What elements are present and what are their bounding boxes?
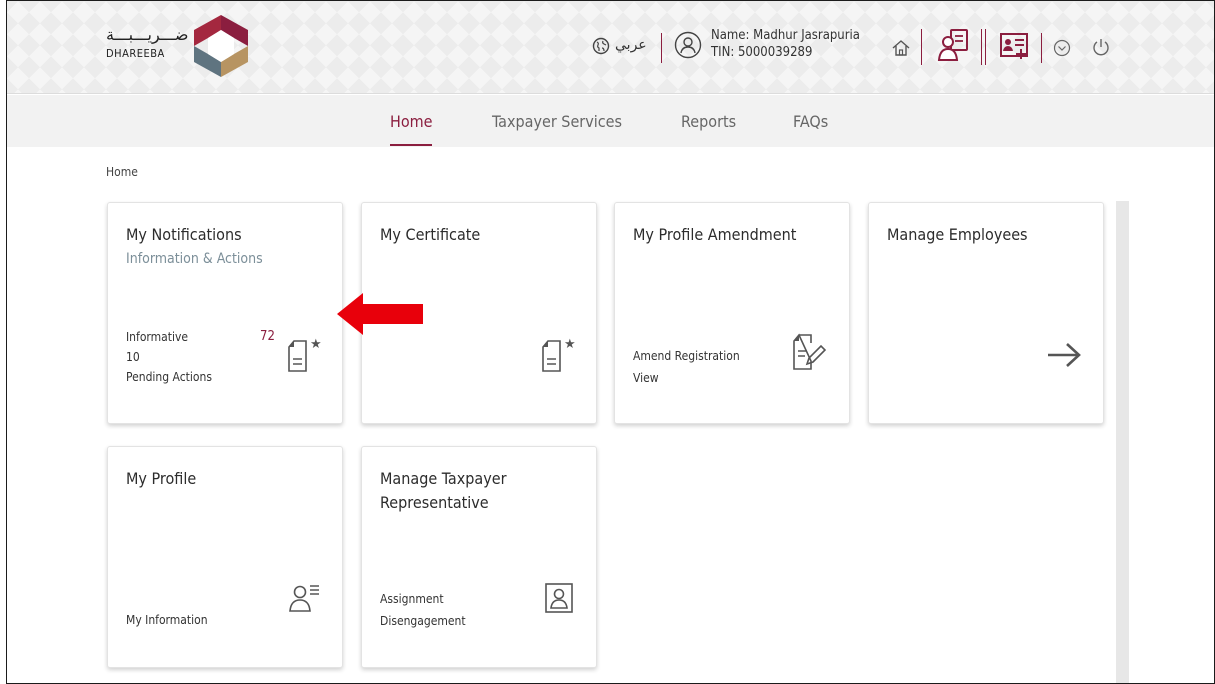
globe-icon[interactable] <box>592 37 610 55</box>
card-title-line: Representative <box>380 493 489 512</box>
card-title: My Certificate <box>380 225 481 244</box>
nav-active-indicator <box>390 144 432 146</box>
card-title: Manage Employees <box>887 225 1028 244</box>
pending-actions-label[interactable]: Pending Actions <box>126 367 212 387</box>
id-card-add-icon[interactable] <box>999 31 1031 61</box>
arrow-right-icon[interactable] <box>1045 341 1083 369</box>
home-icon[interactable] <box>891 38 911 58</box>
nav-reports[interactable]: Reports <box>681 112 736 131</box>
scrollbar[interactable] <box>1116 201 1129 683</box>
card-title: My Notifications <box>126 225 242 244</box>
user-tin: TIN: 5000039289 <box>711 45 813 60</box>
card-my-profile[interactable]: My Profile My Information <box>107 446 343 668</box>
nav-home[interactable]: Home <box>390 112 433 131</box>
header: ضـــريـــبـــة DHAREEBA عربي Name: Madhu… <box>7 1 1214 94</box>
user-document-icon[interactable] <box>937 27 971 63</box>
card-manage-taxpayer-representative[interactable]: Manage Taxpayer Representative Assignmen… <box>361 446 597 668</box>
informative-count: 72 <box>260 329 275 344</box>
language-toggle[interactable]: عربي <box>615 37 647 53</box>
breadcrumb[interactable]: Home <box>106 165 138 179</box>
document-star-icon: ★ <box>288 337 322 372</box>
card-my-notifications[interactable]: My Notifications Information & Actions I… <box>107 202 343 424</box>
view-link[interactable]: View <box>633 368 659 388</box>
user-avatar-icon[interactable] <box>674 31 702 59</box>
certificate-icon: ★ <box>542 337 576 372</box>
pending-count: 10 <box>126 350 140 364</box>
card-subtitle: Information & Actions <box>126 251 263 267</box>
card-title: My Profile Amendment <box>633 225 797 244</box>
divider <box>921 29 922 65</box>
user-name: Name: Madhur Jasrapuria <box>711 28 860 43</box>
document-edit-icon <box>793 333 827 370</box>
nav-faqs[interactable]: FAQs <box>793 112 828 131</box>
card-title: My Profile <box>126 469 197 488</box>
main-nav: Home Taxpayer Services Reports FAQs <box>7 95 1214 147</box>
svg-text:★: ★ <box>564 337 576 352</box>
logo-text: ضـــريـــبـــة DHAREEBA <box>106 25 189 60</box>
divider <box>981 29 982 65</box>
app-window: ضـــريـــبـــة DHAREEBA عربي Name: Madhu… <box>6 0 1215 684</box>
logo-english: DHAREEBA <box>106 47 165 60</box>
divider <box>661 33 662 63</box>
card-title-line: Manage Taxpayer <box>380 469 507 488</box>
my-information-link[interactable]: My Information <box>126 610 208 630</box>
card-manage-employees[interactable]: Manage Employees <box>868 202 1104 424</box>
card-my-profile-amendment[interactable]: My Profile Amendment Amend Registration … <box>614 202 850 424</box>
power-icon[interactable] <box>1091 37 1111 57</box>
amend-registration-link[interactable]: Amend Registration <box>633 346 740 366</box>
logo-arabic: ضـــريـــبـــة <box>106 25 189 44</box>
assignment-link[interactable]: Assignment <box>380 589 444 609</box>
disengagement-link[interactable]: Disengagement <box>380 611 466 631</box>
divider <box>1041 33 1042 63</box>
chevron-down-icon[interactable] <box>1053 39 1071 57</box>
nav-taxpayer-services[interactable]: Taxpayer Services <box>492 112 622 131</box>
svg-text:★: ★ <box>310 337 322 352</box>
annotation-arrow-icon <box>337 293 423 335</box>
informative-label[interactable]: Informative <box>126 327 188 347</box>
contact-card-icon <box>545 583 573 613</box>
divider <box>985 29 986 65</box>
user-list-icon <box>289 585 319 612</box>
dhareeba-logo-icon[interactable] <box>190 13 252 79</box>
card-title: Manage Taxpayer Representative <box>380 467 506 515</box>
